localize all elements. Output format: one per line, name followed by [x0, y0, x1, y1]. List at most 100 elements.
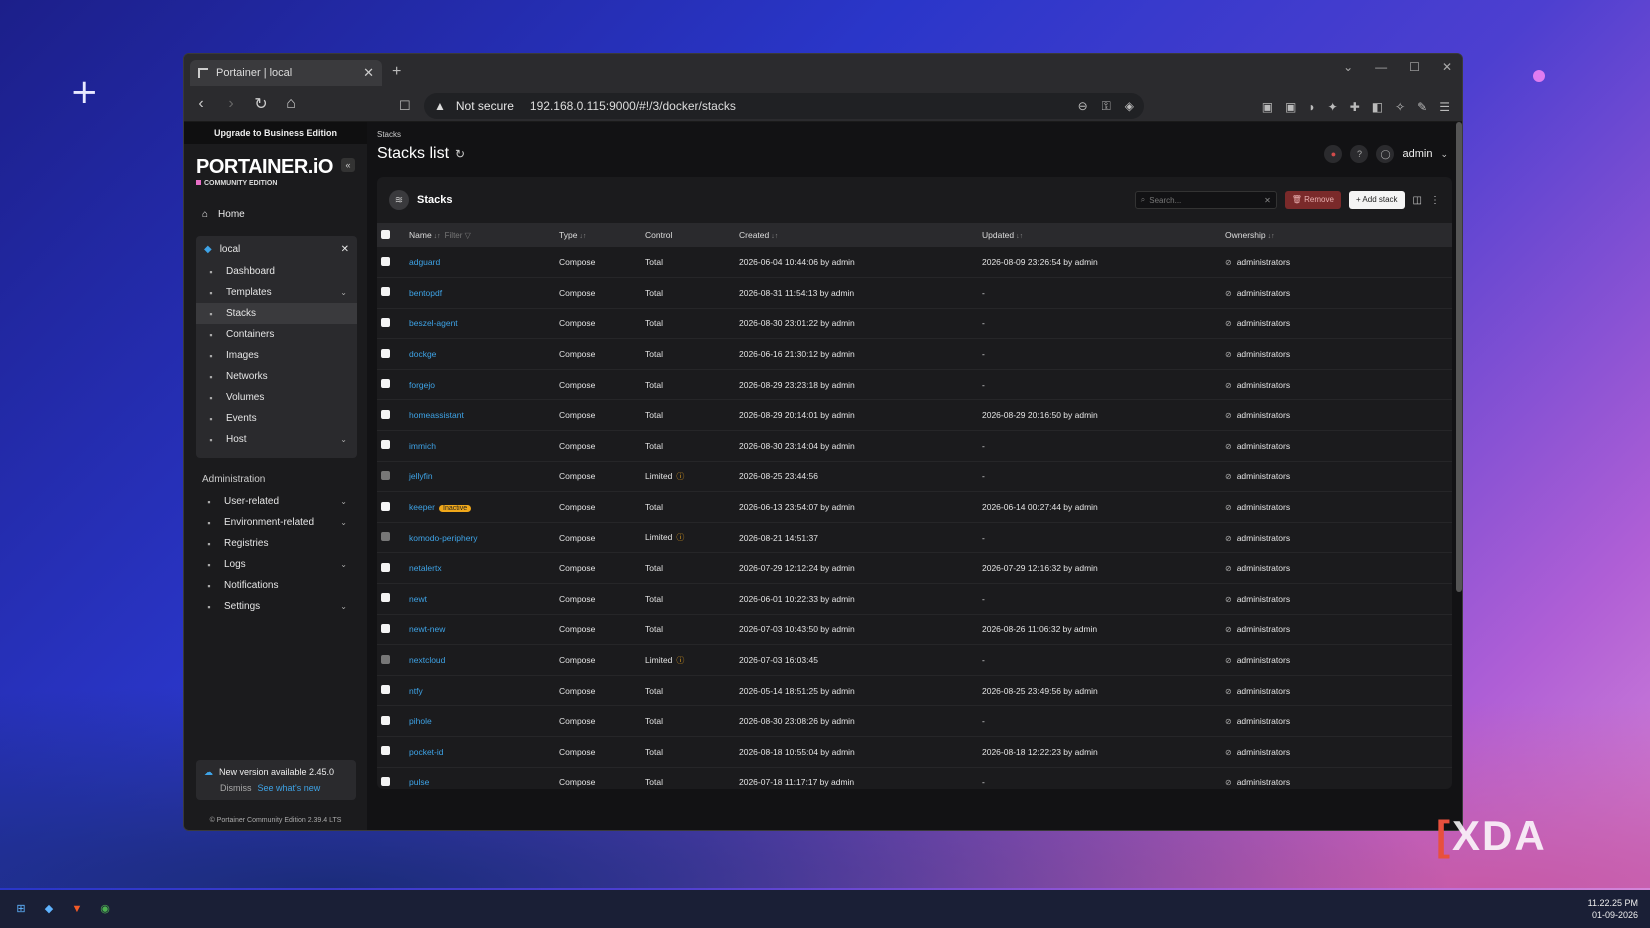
maximize-icon[interactable]: ☐ — [1409, 60, 1420, 74]
row-checkbox[interactable] — [381, 715, 390, 725]
help-icon[interactable]: ? — [1350, 145, 1369, 163]
chevron-down-icon[interactable]: ⌄ — [1440, 149, 1448, 160]
chevron-down-icon[interactable]: ⌄ — [340, 602, 347, 611]
stack-name-link[interactable]: ntfy — [409, 686, 423, 696]
sidebar-item-host[interactable]: ▪ Host ⌄ — [196, 429, 357, 450]
row-checkbox[interactable] — [381, 440, 390, 450]
new-tab-icon[interactable]: + — [392, 63, 401, 81]
minimize-icon[interactable]: — — [1375, 60, 1387, 74]
sidebar-item-containers[interactable]: ▪ Containers — [196, 324, 357, 345]
breadcrumb[interactable]: Stacks — [377, 130, 1452, 139]
key-icon[interactable]: ⚿ — [1102, 99, 1111, 114]
stack-name-link[interactable]: jellyfin — [409, 471, 433, 481]
back-icon[interactable]: ‹ — [192, 95, 210, 113]
stack-name-link[interactable]: pulse — [409, 777, 429, 787]
bookmark-icon[interactable]: ☐ — [399, 98, 411, 114]
menu-icon[interactable]: ☰ — [1439, 100, 1450, 114]
sidebar-item-volumes[interactable]: ▪ Volumes — [196, 387, 357, 408]
refresh-icon[interactable]: ↻ — [455, 147, 465, 161]
chevron-down-icon[interactable]: ⌄ — [340, 518, 347, 527]
chevron-down-icon[interactable]: ⌄ — [340, 288, 347, 297]
extension-icon[interactable]: ◗ — [1308, 100, 1315, 114]
dismiss-link[interactable]: Dismiss — [220, 783, 252, 793]
sidebar-item-events[interactable]: ▪ Events — [196, 408, 357, 429]
row-checkbox[interactable] — [381, 746, 390, 756]
avatar[interactable]: ◯ — [1376, 145, 1395, 163]
row-checkbox[interactable] — [381, 593, 390, 603]
sidebar-item-images[interactable]: ▪ Images — [196, 345, 357, 366]
environment-header[interactable]: ◆ local ✕ — [196, 242, 357, 261]
row-checkbox[interactable] — [381, 317, 390, 327]
extension-icon[interactable]: ▣ — [1285, 100, 1296, 114]
stack-name-link[interactable]: nextcloud — [409, 655, 445, 665]
extension-icon[interactable]: ▣ — [1262, 100, 1273, 114]
sidebar-item-networks[interactable]: ▪ Networks — [196, 366, 357, 387]
column-updated[interactable]: Updated ↓↑ — [978, 223, 1221, 247]
ai-icon[interactable]: ✧ — [1395, 100, 1405, 114]
sidebar-item-logs[interactable]: ▪ Logs ⌄ — [184, 554, 367, 575]
stack-name-link[interactable]: bentopdf — [409, 288, 442, 298]
clear-search-icon[interactable]: ✕ — [1264, 196, 1271, 205]
extension-icon[interactable]: ✦ — [1328, 100, 1338, 114]
column-created[interactable]: Created ↓↑ — [735, 223, 978, 247]
row-checkbox[interactable] — [381, 776, 390, 786]
stack-name-link[interactable]: pocket-id — [409, 747, 444, 757]
row-checkbox[interactable] — [381, 409, 390, 419]
chevron-down-icon[interactable]: ⌄ — [340, 560, 347, 569]
close-window-icon[interactable]: ✕ — [1442, 60, 1452, 74]
stack-name-link[interactable]: newt-new — [409, 624, 445, 634]
chevron-down-icon[interactable]: ⌄ — [340, 497, 347, 506]
stack-name-link[interactable]: forgejo — [409, 380, 435, 390]
upgrade-button[interactable]: Upgrade to Business Edition — [184, 122, 367, 144]
stack-name-link[interactable]: keeper — [409, 502, 435, 512]
sidebar-item-notifications[interactable]: ▪ Notifications — [184, 575, 367, 596]
info-icon[interactable]: ⓘ — [676, 472, 684, 481]
forward-icon[interactable]: › — [222, 95, 240, 113]
columns-icon[interactable]: ◫ — [1413, 195, 1422, 206]
tab-search-chevron-icon[interactable]: ⌄ — [1343, 60, 1353, 74]
sidebar-item-templates[interactable]: ▪ Templates ⌄ — [196, 282, 357, 303]
sidebar-item-home[interactable]: ⌂ Home — [194, 205, 357, 224]
row-checkbox[interactable] — [381, 470, 390, 480]
windows-start-icon[interactable]: ⊞ — [14, 902, 28, 916]
brave-browser-icon[interactable]: ▼ — [70, 902, 84, 916]
stack-name-link[interactable]: komodo-periphery — [409, 533, 478, 543]
sidebar-item-environment-related[interactable]: ▪ Environment-related ⌄ — [184, 512, 367, 533]
logo[interactable]: PORTAINER.iO — [196, 156, 333, 179]
row-checkbox[interactable] — [381, 287, 390, 297]
add-stack-button[interactable]: + Add stack — [1348, 191, 1405, 209]
puzzle-icon[interactable]: ✚ — [1350, 100, 1360, 114]
sidebar-item-settings[interactable]: ▪ Settings ⌄ — [184, 596, 367, 617]
stack-name-link[interactable]: immich — [409, 441, 436, 451]
app-icon[interactable]: ◆ — [42, 902, 56, 916]
row-checkbox[interactable] — [381, 348, 390, 358]
row-checkbox[interactable] — [381, 501, 390, 511]
zoom-icon[interactable]: ⊖ — [1078, 99, 1088, 114]
stack-name-link[interactable]: netalertx — [409, 563, 442, 573]
row-checkbox[interactable] — [381, 623, 390, 633]
sidebar-item-stacks[interactable]: ▪ Stacks — [196, 303, 357, 324]
stack-name-link[interactable]: beszel-agent — [409, 318, 458, 328]
chevron-down-icon[interactable]: ⌄ — [340, 435, 347, 444]
column-ownership[interactable]: Ownership ↓↑ — [1221, 223, 1452, 247]
stack-name-link[interactable]: newt — [409, 594, 427, 604]
shield-icon[interactable]: ◈ — [1125, 99, 1134, 114]
search-input[interactable]: ⌕ Search... ✕ — [1134, 191, 1277, 209]
info-icon[interactable]: ⓘ — [676, 656, 684, 665]
stack-name-link[interactable]: homeassistant — [409, 410, 464, 420]
remove-button[interactable]: 🗑 Remove — [1284, 191, 1341, 209]
sidebar-item-dashboard[interactable]: ▪ Dashboard — [196, 261, 357, 282]
whats-new-link[interactable]: See what's new — [258, 783, 321, 793]
clock[interactable]: 11.22.25 PM 01-09-2026 — [1588, 897, 1638, 921]
row-checkbox[interactable] — [381, 532, 390, 542]
filter-button[interactable]: Filter ▽ — [445, 231, 471, 240]
column-name[interactable]: Name ↓↑ Filter ▽ — [405, 223, 555, 247]
notifications-bell-icon[interactable]: ● — [1324, 145, 1343, 163]
row-checkbox[interactable] — [381, 256, 390, 266]
browser-tab[interactable]: Portainer | local ✕ — [190, 60, 382, 86]
column-type[interactable]: Type ↓↑ — [555, 223, 641, 247]
pen-icon[interactable]: ✎ — [1417, 100, 1427, 114]
home-icon[interactable]: ⌂ — [282, 95, 300, 113]
collapse-sidebar-icon[interactable]: « — [341, 158, 355, 172]
close-environment-icon[interactable]: ✕ — [341, 244, 349, 255]
